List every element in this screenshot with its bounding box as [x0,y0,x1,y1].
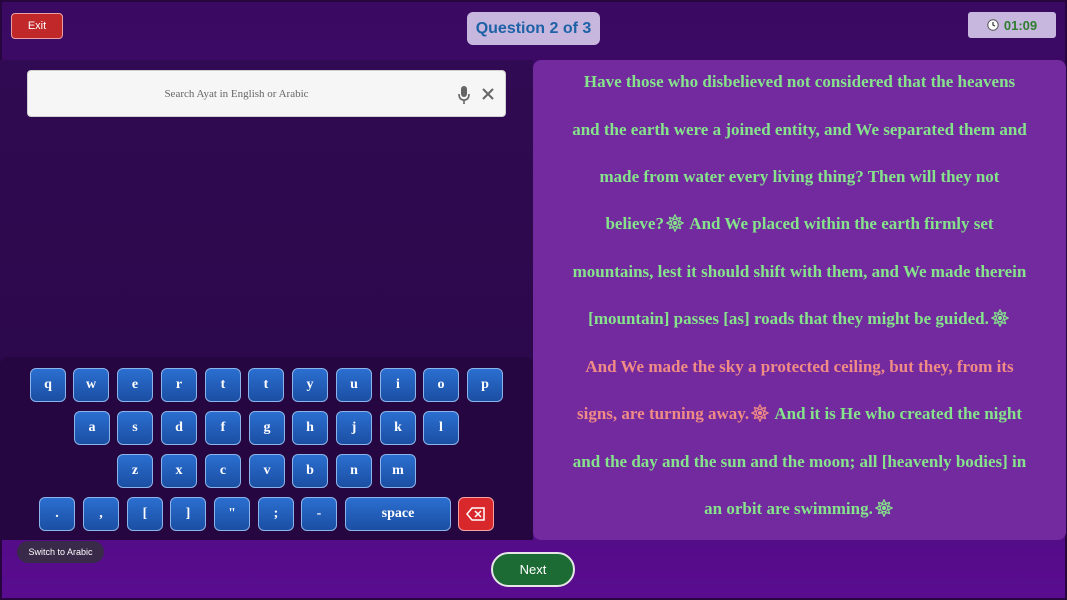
verse-line: and the day and the sun and the moon; al… [572,452,1027,471]
verse-text: an orbit are swimming. [704,499,873,518]
backspace-icon [466,507,485,521]
key-w[interactable]: w [73,368,109,402]
key-n[interactable]: n [336,454,372,488]
exit-button[interactable]: Exit [11,13,63,39]
key-c[interactable]: c [205,454,241,488]
verse-text: believe? [605,214,664,233]
next-button[interactable]: Next [491,552,575,587]
key-s[interactable]: s [117,411,153,445]
verse-line: and the earth were a joined entity, and … [572,120,1027,139]
verse-text-highlighted: signs, are turning away. [577,404,750,423]
key-g[interactable]: g [249,411,285,445]
verse-line: made from water every living thing? Then… [599,167,1000,186]
verse-line: [mountain] passes [as] roads that they m… [533,309,1066,329]
key-quote[interactable]: " [214,497,250,531]
key-t-2[interactable]: t [248,368,284,402]
verse-text: And it is He who created the night [774,404,1022,423]
timer: 01:09 [968,12,1056,38]
key-e[interactable]: e [117,368,153,402]
key-p[interactable]: p [467,368,503,402]
mic-icon[interactable] [457,85,471,105]
backspace-key[interactable] [458,497,494,531]
key-y[interactable]: y [292,368,328,402]
verse-line: believe? And We placed within the earth … [533,214,1066,234]
key-z[interactable]: z [117,454,153,488]
verse-line: mountains, lest it should shift with the… [572,262,1027,281]
key-b[interactable]: b [292,454,328,488]
space-key[interactable]: space [345,497,451,531]
clock-icon [987,19,999,31]
key-k[interactable]: k [380,411,416,445]
key-d[interactable]: d [161,411,197,445]
key-v[interactable]: v [249,454,285,488]
verse-line: an orbit are swimming. [533,499,1066,519]
search-placeholder: Search Ayat in English or Arabic [164,87,309,100]
search-input[interactable]: Search Ayat in English or Arabic [27,70,506,117]
verse-panel: Have those who disbelieved not considere… [533,60,1066,540]
switch-language-button[interactable]: Switch to Arabic [17,541,104,563]
key-i[interactable]: i [380,368,416,402]
key-r[interactable]: r [161,368,197,402]
close-icon[interactable] [481,87,495,101]
key-h[interactable]: h [292,411,328,445]
key-f[interactable]: f [205,411,241,445]
key-j[interactable]: j [336,411,372,445]
question-counter: Question 2 of 3 [467,12,600,45]
ayah-end-marker-icon [875,499,893,517]
key-o[interactable]: o [423,368,459,402]
key-m[interactable]: m [380,454,416,488]
verse-line-highlighted: And We made the sky a protected ceiling,… [585,357,1014,376]
ayah-end-marker-icon [666,214,684,232]
key-a[interactable]: a [74,411,110,445]
key-period[interactable]: . [39,497,75,531]
key-hyphen[interactable]: - [301,497,337,531]
ayah-end-marker-icon [751,404,769,422]
key-q[interactable]: q [30,368,66,402]
key-semicolon[interactable]: ; [258,497,294,531]
verse-text: And We placed within the earth firmly se… [689,214,994,233]
key-u[interactable]: u [336,368,372,402]
virtual-keyboard: q w e r t t y u i o p a s d f g h j k l … [0,357,533,540]
verse-text: [mountain] passes [as] roads that they m… [588,309,989,328]
key-l[interactable]: l [423,411,459,445]
timer-value: 01:09 [1003,17,1038,33]
key-open-bracket[interactable]: [ [127,497,163,531]
verse-line: signs, are turning away. And it is He wh… [533,404,1066,424]
ayah-end-marker-icon [991,309,1009,327]
key-x[interactable]: x [161,454,197,488]
key-comma[interactable]: , [83,497,119,531]
key-t[interactable]: t [205,368,241,402]
verse-line: Have those who disbelieved not considere… [583,72,1016,91]
key-close-bracket[interactable]: ] [170,497,206,531]
